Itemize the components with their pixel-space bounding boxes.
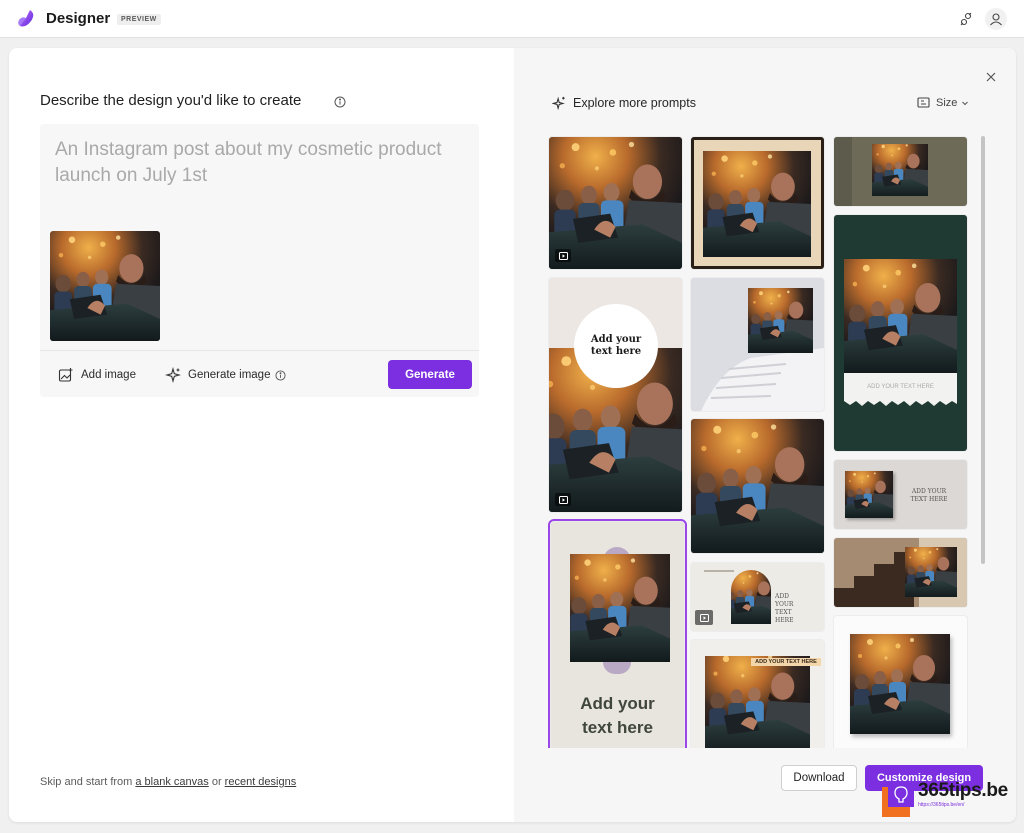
info-icon[interactable] xyxy=(334,95,346,108)
uploaded-image-thumbnail[interactable] xyxy=(50,231,160,341)
right-panel: Explore more prompts Size Add your text … xyxy=(514,48,1016,822)
design-photo xyxy=(850,634,950,734)
generate-image-button[interactable]: Generate image xyxy=(165,363,287,387)
design-tile[interactable]: Add your text here xyxy=(549,278,682,512)
wall-decor xyxy=(834,137,852,206)
designer-logo-icon[interactable] xyxy=(16,8,38,30)
designer-card: Describe the design you'd like to create… xyxy=(9,48,1016,822)
prompt-heading: Describe the design you'd like to create xyxy=(40,92,302,109)
design-photo xyxy=(705,656,810,748)
tile-text: Add your text here xyxy=(580,694,655,737)
design-photo xyxy=(844,259,957,373)
share-icon[interactable] xyxy=(955,8,977,30)
design-photo xyxy=(731,570,771,624)
app-title: Designer xyxy=(46,10,111,27)
tile-text: ADD YOUR TEXT HERE xyxy=(775,593,794,624)
add-image-icon xyxy=(58,367,74,383)
design-tile[interactable] xyxy=(834,137,967,206)
design-tile[interactable]: ADD YOUR TEXT HERE xyxy=(834,215,967,451)
tile-text: ADD YOUR TEXT HERE xyxy=(751,658,821,666)
video-icon xyxy=(555,493,571,506)
design-tile[interactable]: ADD YOUR TEXT HERE xyxy=(691,563,824,631)
video-icon xyxy=(555,249,571,262)
design-tile[interactable] xyxy=(834,616,967,748)
tile-text: Add your text here xyxy=(590,334,642,357)
design-tile[interactable] xyxy=(691,278,824,411)
tile-text: ADD YOUR TEXT HERE xyxy=(867,384,934,390)
torn-paper-label: ADD YOUR TEXT HERE xyxy=(844,373,957,401)
design-tile[interactable] xyxy=(691,419,824,553)
sparkle-icon xyxy=(165,367,181,383)
add-image-button[interactable]: Add image xyxy=(58,363,136,387)
design-tile[interactable] xyxy=(549,137,682,269)
video-icon xyxy=(695,610,713,625)
generate-image-label: Generate image xyxy=(188,369,271,381)
design-grid: Add your text here Add your text here AD… xyxy=(514,48,1016,748)
torn-edge xyxy=(844,401,957,406)
add-image-label: Add image xyxy=(81,369,136,381)
design-photo xyxy=(703,151,811,257)
prompt-box[interactable]: An Instagram post about my cosmetic prod… xyxy=(40,124,479,397)
watermark-url: https://365tips.be/en/ xyxy=(918,802,965,808)
grid-scrollbar[interactable] xyxy=(981,136,985,564)
divider xyxy=(40,350,479,351)
design-tile-selected[interactable]: Add your text here xyxy=(548,519,687,748)
generate-button[interactable]: Generate xyxy=(388,360,472,389)
info-icon[interactable] xyxy=(275,369,287,381)
preview-badge: PREVIEW xyxy=(117,14,161,25)
tile-small-caption xyxy=(704,570,734,572)
design-photo xyxy=(845,471,893,518)
user-icon[interactable] xyxy=(985,8,1007,30)
design-tile[interactable]: ADD YOUR TEXT HERE xyxy=(691,640,824,748)
download-button[interactable]: Download xyxy=(781,765,857,791)
blank-canvas-link[interactable]: a blank canvas xyxy=(135,776,208,788)
design-tile[interactable] xyxy=(834,538,967,607)
design-photo xyxy=(905,547,957,597)
semicircle-decor xyxy=(603,662,631,674)
top-bar: Designer PREVIEW xyxy=(0,0,1024,38)
design-photo xyxy=(748,288,813,353)
prompt-input[interactable]: An Instagram post about my cosmetic prod… xyxy=(55,137,465,189)
design-tile[interactable] xyxy=(691,137,824,269)
recent-designs-link[interactable]: recent designs xyxy=(225,776,297,788)
design-photo xyxy=(570,554,670,662)
footer-links: Skip and start from a blank canvas or re… xyxy=(40,776,296,788)
footer-prefix: Skip and start from xyxy=(40,776,136,788)
design-tile[interactable]: ADD YOUR TEXT HERE xyxy=(834,460,967,529)
tile-text: ADD YOUR TEXT HERE xyxy=(910,488,948,503)
footer-middle: or xyxy=(208,776,225,788)
watermark-text: 365tips.be xyxy=(918,780,1008,801)
circle-text-badge: Add your text here xyxy=(574,304,658,388)
design-photo xyxy=(872,144,928,196)
